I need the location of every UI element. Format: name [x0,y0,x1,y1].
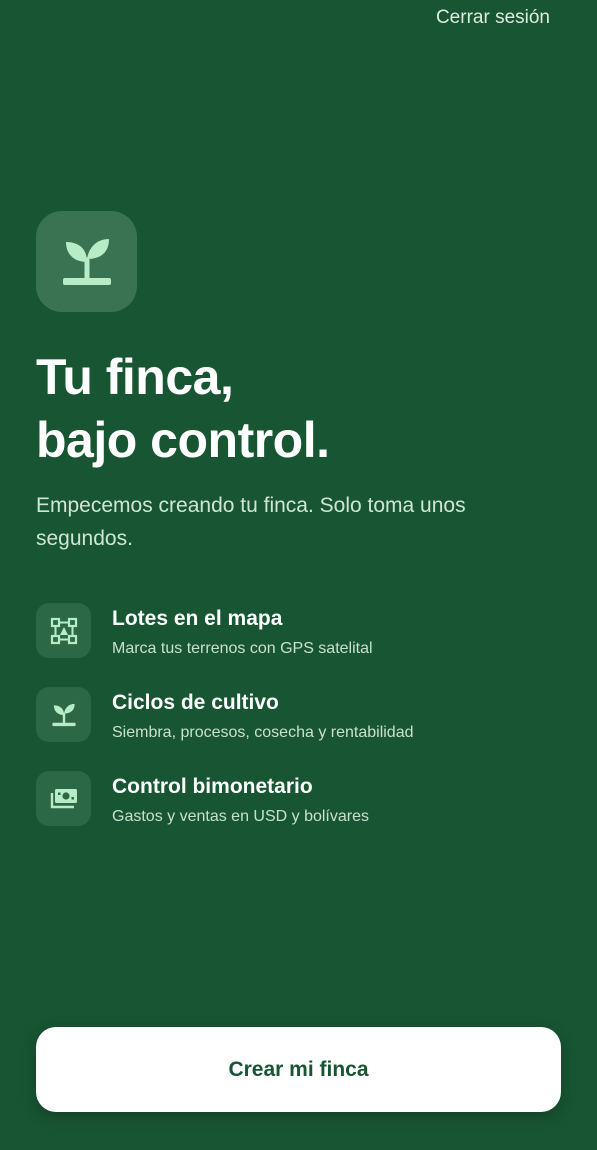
feature-title: Lotes en el mapa [112,607,283,630]
title-line-1: Tu finca, [36,349,234,405]
money-icon [50,788,77,808]
feature-icon-box [36,603,91,658]
feature-subtitle: Marca tus terrenos con GPS satelital [112,640,373,657]
logout-link[interactable]: Cerrar sesión [436,7,550,29]
feature-subtitle: Gastos y ventas en USD y bolívares [112,808,369,825]
sprout-icon [51,703,76,726]
title-line-2: bajo control. [36,412,330,468]
feature-title: Control bimonetario [112,775,313,798]
feature-title: Ciclos de cultivo [112,691,279,714]
feature-icon-box [36,771,91,826]
feature-list: Lotes en el mapa Marca tus terrenos con … [36,603,566,855]
create-farm-button[interactable]: Crear mi finca [36,1027,561,1112]
feature-item-ciclos: Ciclos de cultivo Siembra, procesos, cos… [36,687,566,771]
map-plot-icon [50,617,77,644]
page-subtitle: Empecemos creando tu finca. Solo toma un… [36,494,466,550]
feature-item-lotes: Lotes en el mapa Marca tus terrenos con … [36,603,566,687]
feature-subtitle: Siembra, procesos, cosecha y rentabilida… [112,724,414,741]
page-title: Tu finca, bajo control. [36,346,330,472]
feature-item-bimonetario: Control bimonetario Gastos y ventas en U… [36,771,566,855]
sprout-icon [62,238,111,285]
feature-icon-box [36,687,91,742]
app-logo [36,211,137,312]
